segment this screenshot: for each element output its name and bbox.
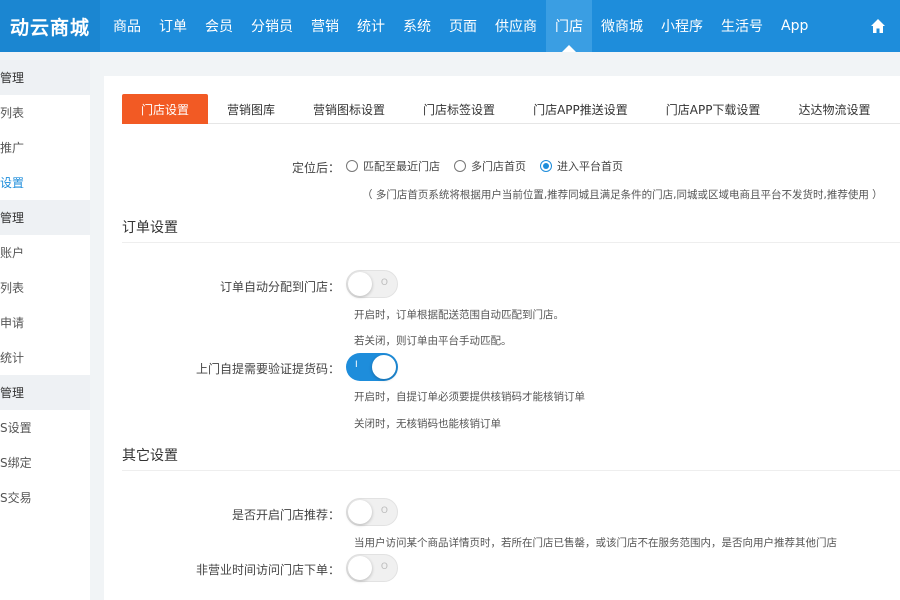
main-nav: 商品 订单 会员 分销员 营销 统计 系统 页面 供应商 门店 微商城 小程序 生活号 App — [104, 0, 817, 52]
sidebar-group-header[interactable]: 管理 — [0, 375, 90, 410]
sidebar-item[interactable]: 账户 — [0, 235, 90, 270]
off-hours-label: 非营业时间访问门店下单： — [195, 563, 340, 577]
radio-circle-icon — [540, 160, 552, 172]
nav-item[interactable]: 系统 — [394, 0, 440, 52]
other-section-title: 其它设置 — [122, 448, 178, 464]
order-section-divider — [122, 242, 900, 243]
brand-logo[interactable]: 动云商城 — [0, 0, 100, 52]
location-radio-option[interactable]: 进入平台首页 — [540, 158, 623, 174]
auto-assign-hint-on: 开启时，订单根据配送范围自动匹配到门店。 — [354, 309, 564, 321]
auto-assign-toggle[interactable]: O — [346, 270, 398, 298]
recommend-hint: 当用户访问某个商品详情页时，若所在门店已售罄，或该门店不在服务范围内，是否向用户… — [354, 537, 837, 549]
radio-label: 多门店首页 — [471, 160, 526, 173]
location-radio-group: 匹配至最近门店 多门店首页 进入平台首页 — [346, 158, 637, 174]
nav-item[interactable]: 订单 — [150, 0, 196, 52]
nav-item[interactable]: 微商城 — [592, 0, 652, 52]
pickup-verify-toggle[interactable]: I — [346, 353, 398, 381]
sidebar-item[interactable]: 统计 — [0, 340, 90, 375]
pickup-verify-label: 上门自提需要验证提货码： — [195, 362, 340, 376]
auto-assign-label: 订单自动分配到门店： — [219, 280, 340, 294]
nav-item[interactable]: App — [772, 0, 817, 52]
toggle-knob — [348, 272, 372, 296]
pickup-verify-hint-on: 开启时，自提订单必须要提供核销码才能核销订单 — [354, 391, 585, 403]
location-hint: （ 多门店首页系统将根据用户当前位置,推荐同城且满足条件的门店,同城或区域电商且… — [362, 189, 883, 201]
settings-tab[interactable]: 门店标签设置 — [404, 94, 514, 124]
pickup-verify-hint-off: 关闭时，无核销码也能核销订单 — [354, 418, 501, 430]
location-radio-option[interactable]: 匹配至最近门店 — [346, 158, 440, 174]
sidebar-item[interactable]: 推广 — [0, 130, 90, 165]
radio-dot-icon — [543, 163, 549, 169]
toggle-off-mark: O — [380, 278, 388, 288]
nav-item[interactable]: 小程序 — [652, 0, 712, 52]
order-section-title: 订单设置 — [122, 220, 178, 236]
sidebar-group-header[interactable]: 管理 — [0, 60, 90, 95]
settings-tab[interactable]: 营销图标设置 — [294, 94, 404, 124]
top-navbar: 动云商城 商品 订单 会员 分销员 营销 统计 系统 页面 供应商 门店 微商城 小程序 生活号 App — [0, 0, 900, 52]
nav-item[interactable]: 页面 — [440, 0, 486, 52]
off-hours-toggle[interactable]: O — [346, 554, 398, 582]
sidebar: 管理 列表 推广 设置 管理 账户 列表 申请 统计 管理 S设置 S绑定 S交易 — [0, 60, 90, 600]
nav-item[interactable]: 会员 — [196, 0, 242, 52]
sidebar-item[interactable]: 设置 — [0, 165, 90, 200]
location-radio-option[interactable]: 多门店首页 — [454, 158, 526, 174]
toggle-knob — [348, 556, 372, 580]
toggle-knob — [372, 355, 396, 379]
sidebar-item[interactable]: S绑定 — [0, 445, 90, 480]
radio-label: 进入平台首页 — [557, 160, 623, 173]
sidebar-item[interactable]: S设置 — [0, 410, 90, 445]
settings-tab[interactable]: 达达物流设置 — [779, 94, 889, 124]
sidebar-item[interactable]: 列表 — [0, 95, 90, 130]
toggle-off-mark: O — [380, 506, 388, 516]
sidebar-group-header[interactable]: 管理 — [0, 200, 90, 235]
nav-item[interactable]: 营销 — [302, 0, 348, 52]
home-icon[interactable] — [870, 18, 886, 34]
main-panel: 门店设置 营销图库 营销图标设置 门店标签设置 门店APP推送设置 门店APP下载设置 达达… — [104, 76, 900, 600]
sidebar-item[interactable]: S交易 — [0, 480, 90, 515]
nav-item[interactable]: 分销员 — [242, 0, 302, 52]
sidebar-item[interactable]: 列表 — [0, 270, 90, 305]
sidebar-item[interactable]: 申请 — [0, 305, 90, 340]
settings-tab[interactable]: 营销图库 — [208, 94, 294, 124]
settings-tab[interactable]: 门店设置 — [122, 94, 209, 124]
radio-label: 匹配至最近门店 — [363, 160, 440, 173]
toggle-off-mark: O — [380, 562, 388, 572]
nav-item[interactable]: 门店 — [546, 0, 592, 52]
toggle-knob — [348, 500, 372, 524]
nav-item[interactable]: 供应商 — [486, 0, 546, 52]
auto-assign-hint-off: 若关闭，则订单由平台手动匹配。 — [354, 335, 512, 347]
nav-item[interactable]: 商品 — [104, 0, 150, 52]
recommend-label: 是否开启门店推荐： — [231, 508, 340, 522]
other-section-divider — [122, 470, 900, 471]
settings-tab[interactable]: 门店APP下载设置 — [647, 94, 780, 124]
settings-tabs: 门店设置 营销图库 营销图标设置 门店标签设置 门店APP推送设置 门店APP下载设置 达达… — [122, 94, 900, 124]
radio-circle-icon — [454, 160, 466, 172]
radio-circle-icon — [346, 160, 358, 172]
recommend-toggle[interactable]: O — [346, 498, 398, 526]
nav-item[interactable]: 统计 — [348, 0, 394, 52]
location-label: 定位后： — [291, 161, 340, 175]
nav-item[interactable]: 生活号 — [712, 0, 772, 52]
toggle-on-mark: I — [355, 360, 358, 370]
settings-tab[interactable]: 门店APP推送设置 — [514, 94, 647, 124]
